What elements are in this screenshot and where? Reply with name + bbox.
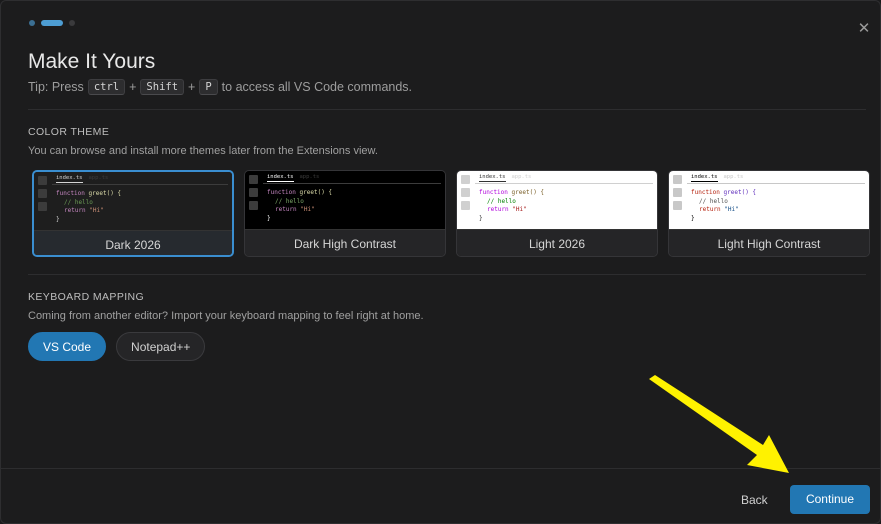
preview-icon: [249, 201, 258, 210]
theme-card-label: Light High Contrast: [669, 229, 869, 256]
theme-card[interactable]: index.ts app.ts function greet() {// hello…: [32, 170, 234, 257]
theme-card-label: Light 2026: [457, 229, 657, 256]
keymap-options: VS Code Notepad++: [28, 332, 206, 361]
preview-icon: [461, 188, 470, 197]
step-dot: [69, 20, 75, 26]
preview-activity-bar: [38, 176, 47, 215]
keyboard-mapping-heading: KEYBOARD MAPPING: [28, 291, 145, 303]
key-shift: Shift: [140, 79, 185, 95]
step-dot: [29, 20, 35, 26]
preview-tab-border: [52, 184, 228, 185]
preview-code: function greet() {// hello return "Hi"}: [479, 189, 544, 223]
keymap-notepadpp-button[interactable]: Notepad++: [116, 332, 206, 361]
theme-preview: index.ts app.ts function greet() {// hello…: [669, 171, 869, 229]
preview-icon: [461, 201, 470, 210]
theme-preview: index.ts app.ts function greet() {// hello…: [457, 171, 657, 229]
key-ctrl: ctrl: [87, 79, 126, 95]
page-title: Make It Yours: [28, 50, 156, 73]
key-p: P: [199, 79, 218, 95]
theme-preview: index.ts app.ts function greet() {// hello…: [245, 171, 445, 229]
close-icon[interactable]: ✕: [856, 21, 872, 37]
code-line: // hello: [699, 197, 728, 205]
preview-code: function greet() {// hello return "Hi"}: [56, 190, 121, 224]
tip-prefix: Tip: Press: [28, 80, 84, 94]
code-line: return "Hi": [275, 206, 315, 213]
step-progress: [29, 20, 75, 26]
preview-tab: app.ts: [723, 174, 744, 180]
preview-tab: app.ts: [299, 174, 320, 180]
preview-icon: [38, 202, 47, 211]
continue-button[interactable]: Continue: [790, 485, 870, 514]
code-line: return "Hi": [487, 206, 527, 213]
code-line: return "Hi": [64, 207, 104, 214]
preview-code: function greet() {// hello return "Hi"}: [691, 189, 756, 223]
code-line: function greet() {: [691, 189, 757, 196]
preview-code: function greet() {// hello return "Hi"}: [267, 189, 332, 223]
code-line: }: [267, 214, 271, 222]
tip-text: Tip: Press ctrl + Shift + P to access al…: [28, 79, 412, 95]
key-plus: +: [188, 80, 196, 94]
welcome-dialog: ✕ Make It Yours Tip: Press ctrl + Shift …: [0, 0, 881, 524]
preview-activity-bar: [461, 175, 470, 214]
preview-tabs: index.ts app.ts: [479, 174, 532, 182]
code-line: }: [691, 214, 695, 222]
code-line: // hello: [275, 197, 304, 205]
theme-card[interactable]: index.ts app.ts function greet() {// hello…: [244, 170, 446, 257]
preview-tab-active: index.ts: [479, 174, 506, 182]
preview-icon: [461, 175, 470, 184]
footer-divider: [1, 468, 880, 469]
preview-tabs: index.ts app.ts: [56, 175, 109, 183]
preview-icon: [38, 176, 47, 185]
code-line: }: [479, 214, 483, 222]
preview-tab: app.ts: [88, 175, 109, 181]
preview-tab-active: index.ts: [691, 174, 718, 182]
code-line: // hello: [64, 198, 93, 206]
color-theme-heading: COLOR THEME: [28, 126, 110, 138]
theme-list: index.ts app.ts function greet() {// hello…: [32, 170, 870, 257]
preview-tab-border: [475, 183, 653, 184]
divider: [28, 274, 866, 275]
code-line: function greet() {: [56, 190, 122, 197]
preview-icon: [249, 188, 258, 197]
preview-tab-active: index.ts: [56, 175, 83, 183]
preview-tab: app.ts: [511, 174, 532, 180]
arrow-shape: [649, 375, 789, 473]
theme-card[interactable]: index.ts app.ts function greet() {// hello…: [668, 170, 870, 257]
theme-card-label: Dark High Contrast: [245, 229, 445, 256]
code-line: function greet() {: [267, 189, 333, 196]
preview-activity-bar: [673, 175, 682, 214]
preview-tab-active: index.ts: [267, 174, 294, 182]
preview-icon: [249, 175, 258, 184]
preview-tabs: index.ts app.ts: [691, 174, 744, 182]
color-theme-description: You can browse and install more themes l…: [28, 145, 378, 157]
preview-activity-bar: [249, 175, 258, 214]
code-line: return "Hi": [699, 206, 739, 213]
preview-tabs: index.ts app.ts: [267, 174, 320, 182]
code-line: function greet() {: [479, 189, 545, 196]
theme-preview: index.ts app.ts function greet() {// hello…: [34, 172, 232, 230]
preview-tab-border: [687, 183, 865, 184]
back-button[interactable]: Back: [741, 493, 768, 507]
preview-icon: [38, 189, 47, 198]
key-plus: +: [129, 80, 137, 94]
keymap-vscode-button[interactable]: VS Code: [28, 332, 107, 361]
theme-card[interactable]: index.ts app.ts function greet() {// hello…: [456, 170, 658, 257]
code-line: }: [56, 215, 60, 223]
preview-icon: [673, 201, 682, 210]
keyboard-mapping-description: Coming from another editor? Import your …: [28, 310, 424, 322]
theme-card-label: Dark 2026: [34, 230, 232, 255]
preview-icon: [673, 175, 682, 184]
annotation-arrow-icon: [649, 375, 789, 473]
tip-suffix: to access all VS Code commands.: [221, 80, 413, 94]
step-dot-active: [41, 20, 63, 26]
divider: [28, 109, 866, 110]
preview-icon: [673, 188, 682, 197]
code-line: // hello: [487, 197, 516, 205]
preview-tab-border: [263, 183, 441, 184]
